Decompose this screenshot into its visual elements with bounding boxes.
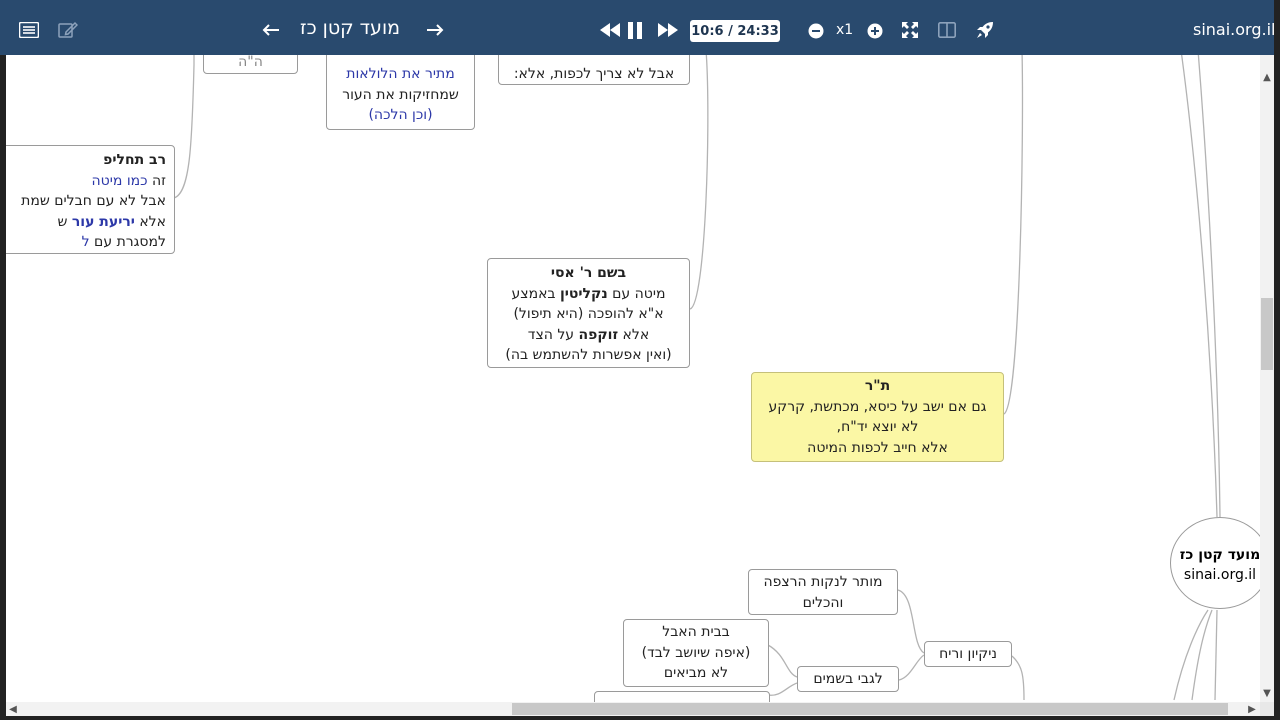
scroll-left-icon[interactable]: ◀ xyxy=(6,702,20,716)
node-line: זה כמו מיטה xyxy=(91,172,167,189)
mindmap-node-nikayon[interactable]: ניקיון וריח xyxy=(924,641,1012,667)
node-line: (ואין אפשרות להשתמש בה) xyxy=(505,347,672,363)
node-line: אבל לא צריך לכפות, אלא: xyxy=(513,66,675,82)
scrollbar-corner xyxy=(1260,702,1274,716)
node-line: אלא חייב לכפות המיטה xyxy=(807,439,948,456)
node-line: אלא יריעת עור ש xyxy=(57,213,167,230)
window-edge xyxy=(1274,0,1280,720)
node-line: אבל לא עם חבלים שמת xyxy=(21,193,166,209)
node-line: ניקיון וריח xyxy=(939,646,997,662)
top-toolbar: מועד קטן כז 10:6 / 24:33 x1 sinai.org.il xyxy=(0,0,1280,60)
mindmap-root-node[interactable]: מועד קטן כז sinai.org.il xyxy=(1170,517,1260,609)
split-view-icon[interactable] xyxy=(936,20,958,40)
node-line: בבית האבל xyxy=(662,624,730,640)
node-line: לא יוצא יד"ח, xyxy=(836,419,919,435)
arrow-right-icon[interactable] xyxy=(424,20,446,40)
site-brand[interactable]: sinai.org.il xyxy=(1193,20,1275,39)
time-display: 10:6 / 24:33 xyxy=(690,20,780,42)
node-line: א"א להופכה (היא תיפול) xyxy=(513,306,664,322)
mindmap-node[interactable] xyxy=(594,691,770,702)
node-line: מותר לנקות הרצפה xyxy=(763,574,883,590)
root-title: מועד קטן כז xyxy=(1179,547,1260,563)
mindmap-node-kfiya[interactable]: אבל לא צריך לכפות, אלא: xyxy=(498,55,690,85)
pause-icon[interactable] xyxy=(625,20,645,40)
fullscreen-icon[interactable] xyxy=(899,20,921,40)
edit-icon[interactable] xyxy=(57,20,79,40)
vertical-scrollbar[interactable] xyxy=(1260,55,1274,702)
node-line: מיטה עם נקליטין באמצע xyxy=(511,285,666,302)
mindmap-node-besamim[interactable]: לגבי בשמים xyxy=(797,666,899,692)
zoom-in-icon[interactable] xyxy=(866,22,884,40)
arrow-left-icon[interactable] xyxy=(260,20,282,40)
node-title: בשם ר' אסי xyxy=(550,265,627,281)
horizontal-scroll-thumb[interactable] xyxy=(512,703,1228,715)
node-title: רב תחליפ xyxy=(103,152,166,168)
rewind-icon[interactable] xyxy=(598,20,622,40)
mindmap-node-taniya[interactable]: ת"ר גם אם ישב על כיסא, מכתשת, קרקע לא יו… xyxy=(751,372,1004,462)
zoom-out-icon[interactable] xyxy=(807,22,825,40)
node-line: גם אם ישב על כיסא, מכתשת, קרקע xyxy=(768,398,987,415)
scroll-down-icon[interactable]: ▼ xyxy=(1260,686,1274,700)
mindmap-node-hallaha[interactable]: מתיר את הלולאות שמחזיקות את העור (וכן הל… xyxy=(326,55,475,130)
mindmap-node-beit-avel[interactable]: בבית האבל (איפה שיושב לבד) לא מביאים xyxy=(623,619,769,687)
node-line: שמחזיקות את העור xyxy=(342,86,459,103)
scroll-up-icon[interactable]: ▲ xyxy=(1260,70,1274,84)
node-line: (איפה שיושב לבד) xyxy=(641,644,751,661)
node-line: (וכן הלכה) xyxy=(368,107,433,123)
mindmap-canvas[interactable]: ה"ה מתיר את הלולאות שמחזיקות את העור (וכ… xyxy=(6,55,1260,702)
zoom-level: x1 xyxy=(836,22,854,38)
window-edge xyxy=(0,716,1280,720)
vertical-scroll-thumb[interactable] xyxy=(1261,298,1273,370)
node-line: לגבי בשמים xyxy=(813,671,883,687)
mindmap-node[interactable]: ה"ה xyxy=(203,55,298,74)
fast-forward-icon[interactable] xyxy=(656,20,680,40)
rocket-icon[interactable] xyxy=(974,20,996,40)
node-line: מתיר את הלולאות xyxy=(346,66,455,82)
node-title: ת"ר xyxy=(864,378,891,394)
connector-lines xyxy=(173,55,1221,701)
scroll-right-icon[interactable]: ▶ xyxy=(1245,702,1259,716)
node-line: אלא זוקפה על הצד xyxy=(527,326,650,343)
mindmap-node-mutar[interactable]: מותר לנקות הרצפה והכלים xyxy=(748,569,898,615)
mindmap-node-rav[interactable]: רב תחליפ זה כמו מיטה אבל לא עם חבלים שמת… xyxy=(6,145,175,254)
root-subtitle: sinai.org.il xyxy=(1183,567,1257,583)
node-line: והכלים xyxy=(802,594,844,611)
mindmap-node-assi[interactable]: בשם ר' אסי מיטה עם נקליטין באמצע א"א להו… xyxy=(487,258,690,368)
node-line: לא מביאים xyxy=(663,665,729,681)
list-icon[interactable] xyxy=(18,20,40,40)
node-line: למסגרת עם ל xyxy=(81,234,166,250)
page-title: מועד קטן כז xyxy=(300,17,401,39)
window-edge xyxy=(0,55,6,720)
